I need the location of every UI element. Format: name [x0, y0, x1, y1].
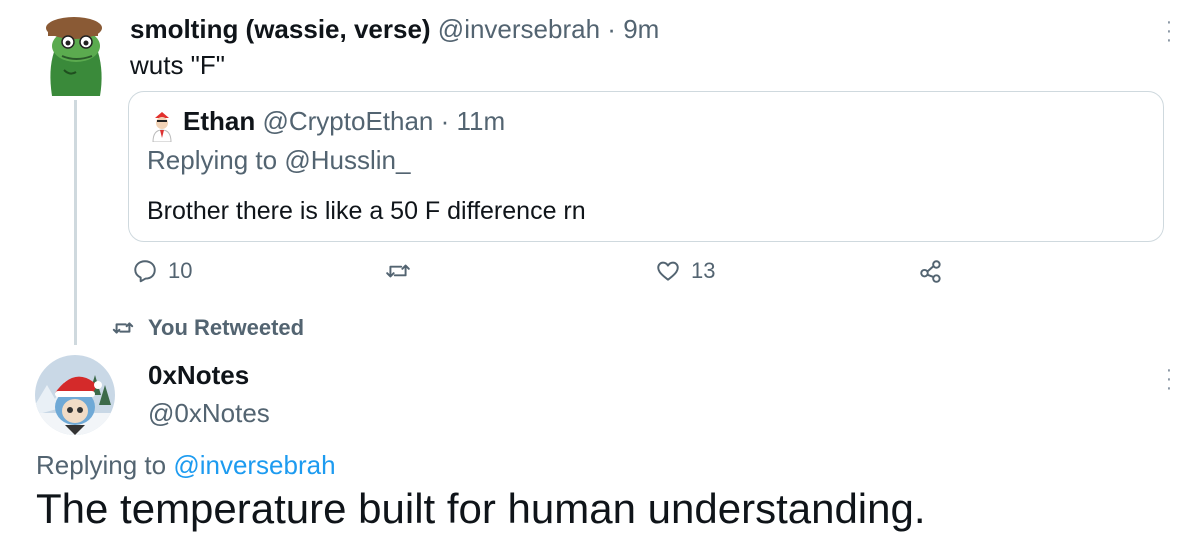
quoted-tweet-text: Brother there is like a 50 F difference … [147, 197, 586, 225]
santa-hat-avatar-icon[interactable] [35, 355, 115, 435]
quoted-tweet-card[interactable]: Ethan @CryptoEthan · 11m Replying to @Hu… [128, 91, 1164, 242]
reply-button[interactable]: 10 [132, 258, 192, 284]
ethan-avatar-icon [149, 112, 175, 143]
replying-handle: @Husslin_ [284, 145, 411, 175]
retweet-icon [386, 264, 410, 278]
author-handle[interactable]: @inversebrah [438, 14, 600, 44]
share-icon [920, 260, 941, 283]
share-button[interactable] [918, 258, 944, 284]
quoted-tweet-header: Ethan @CryptoEthan · 11m [183, 106, 505, 137]
reply-author-name[interactable]: 0xNotes [148, 360, 249, 391]
reply-replying-to: Replying to @inversebrah [36, 450, 336, 481]
thread-line [74, 100, 77, 345]
separator: · [607, 14, 616, 44]
timestamp[interactable]: 9m [623, 14, 659, 44]
retweeted-text: You Retweeted [148, 315, 305, 340]
replying-handle-link[interactable]: @inversebrah [173, 450, 335, 480]
pepe-avatar-icon[interactable] [40, 10, 112, 98]
author-name[interactable]: smolting (wassie, verse) [130, 14, 431, 44]
separator: · [440, 106, 450, 136]
quoted-author-handle[interactable]: @CryptoEthan [262, 106, 433, 136]
more-options-icon[interactable]: · · · [1163, 12, 1175, 50]
reply-count: 10 [168, 258, 193, 283]
quoted-author-name[interactable]: Ethan [183, 106, 255, 136]
retweet-icon [112, 322, 134, 334]
more-options-icon[interactable]: · · · [1163, 360, 1175, 398]
quoted-replying-to: Replying to @Husslin_ [147, 145, 410, 176]
tweet-text: wuts "F" [130, 50, 226, 80]
tweet-header: smolting (wassie, verse) @inversebrah · … [130, 14, 659, 45]
retweeted-label: You Retweeted [112, 315, 304, 341]
quoted-timestamp[interactable]: 11m [457, 106, 506, 136]
reply-icon [134, 260, 156, 283]
like-button[interactable]: 13 [655, 258, 715, 284]
like-count: 13 [691, 258, 716, 283]
replying-prefix: Replying to [147, 145, 285, 175]
reply-tweet-text: The temperature built for human understa… [36, 485, 926, 532]
like-icon [657, 261, 679, 281]
retweet-button[interactable] [385, 258, 421, 284]
replying-prefix: Replying to [36, 450, 174, 480]
reply-author-handle[interactable]: @0xNotes [148, 398, 270, 429]
